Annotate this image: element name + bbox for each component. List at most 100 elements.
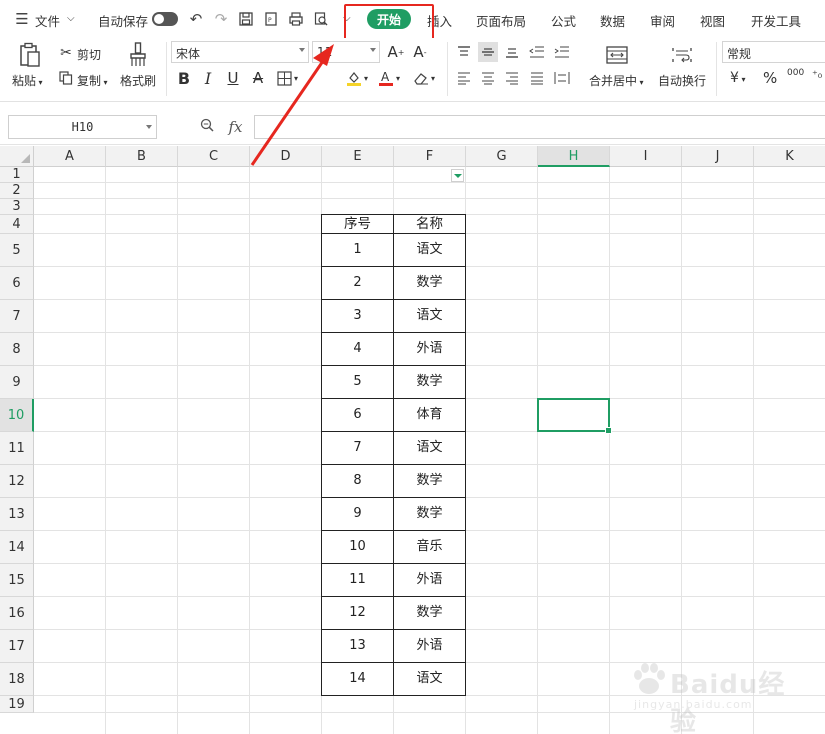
save-icon[interactable] <box>236 9 256 29</box>
table-cell-index[interactable]: 9 <box>321 497 394 531</box>
scissors-icon[interactable]: ✂ <box>56 43 76 63</box>
strikethrough-icon[interactable]: A <box>248 68 268 88</box>
tab-view[interactable]: 视图 <box>700 11 725 30</box>
paste-button[interactable]: 粘贴 ▾ <box>12 72 43 89</box>
table-cell-name[interactable]: 语文 <box>393 299 466 333</box>
align-right-icon[interactable] <box>502 68 522 88</box>
chevron-down-icon[interactable]: ⌵ <box>67 13 75 24</box>
copy-button[interactable]: 复制 ▾ <box>77 72 108 89</box>
column-header-g[interactable]: G <box>466 146 538 167</box>
align-center-icon[interactable] <box>478 68 498 88</box>
table-cell-index[interactable]: 5 <box>321 365 394 399</box>
increase-indent-icon[interactable] <box>552 42 572 62</box>
font-color-icon[interactable]: A <box>376 68 396 88</box>
row-header-18[interactable]: 18 <box>0 663 34 696</box>
table-header-name[interactable]: 名称 <box>393 214 466 234</box>
row-header-1[interactable]: 1 <box>0 167 34 183</box>
table-cell-index[interactable]: 8 <box>321 464 394 498</box>
format-painter-button[interactable]: 格式刷 <box>120 72 156 89</box>
active-cell-selection[interactable] <box>537 398 612 434</box>
number-format-select[interactable]: 常规 <box>722 41 825 63</box>
row-header-5[interactable]: 5 <box>0 234 34 267</box>
table-cell-index[interactable]: 13 <box>321 629 394 663</box>
clear-format-dropdown-icon[interactable]: ▾ <box>431 74 435 83</box>
redo-icon[interactable]: ↷ <box>211 9 231 29</box>
row-header-7[interactable]: 7 <box>0 300 34 333</box>
align-bottom-icon[interactable] <box>502 42 522 62</box>
column-header-h[interactable]: H <box>538 146 610 167</box>
decrease-font-icon[interactable]: A- <box>410 42 430 62</box>
row-header-15[interactable]: 15 <box>0 564 34 597</box>
row-header-10[interactable]: 10 <box>0 399 34 432</box>
tab-page-layout[interactable]: 页面布局 <box>476 11 526 30</box>
border-icon[interactable] <box>274 68 294 88</box>
table-cell-index[interactable]: 10 <box>321 530 394 564</box>
align-left-icon[interactable] <box>454 68 474 88</box>
clear-format-icon[interactable] <box>411 68 431 88</box>
font-size-select[interactable]: 11 <box>312 41 380 63</box>
row-header-14[interactable]: 14 <box>0 531 34 564</box>
table-cell-name[interactable]: 数学 <box>393 464 466 498</box>
row-header-17[interactable]: 17 <box>0 630 34 663</box>
decrease-indent-icon[interactable] <box>527 42 547 62</box>
select-all-corner[interactable] <box>0 146 34 167</box>
undo-icon[interactable]: ↶ <box>186 9 206 29</box>
fill-color-icon[interactable] <box>344 68 364 88</box>
justify-icon[interactable] <box>527 68 547 88</box>
tab-developer[interactable]: 开发工具 <box>751 11 801 30</box>
row-header-16[interactable]: 16 <box>0 597 34 630</box>
fill-color-dropdown-icon[interactable]: ▾ <box>364 74 368 83</box>
table-cell-index[interactable]: 11 <box>321 563 394 597</box>
autosave-toggle[interactable] <box>152 12 178 26</box>
table-cell-name[interactable]: 音乐 <box>393 530 466 564</box>
paste-icon[interactable] <box>14 40 46 70</box>
table-cell-name[interactable]: 数学 <box>393 497 466 531</box>
table-header-index[interactable]: 序号 <box>321 214 394 234</box>
row-header-2[interactable]: 2 <box>0 183 34 199</box>
row-header-11[interactable]: 11 <box>0 432 34 465</box>
insert-function-icon[interactable]: fx <box>228 118 242 136</box>
tab-formulas[interactable]: 公式 <box>551 11 576 30</box>
print-preview-icon[interactable] <box>311 9 331 29</box>
column-header-f[interactable]: F <box>394 146 466 167</box>
distributed-align-icon[interactable] <box>552 68 572 88</box>
column-header-e[interactable]: E <box>322 146 394 167</box>
table-cell-name[interactable]: 数学 <box>393 266 466 300</box>
table-cell-name[interactable]: 语文 <box>393 431 466 465</box>
zoom-icon[interactable] <box>200 118 218 136</box>
table-cell-name[interactable]: 体育 <box>393 398 466 432</box>
currency-format-button[interactable]: ¥ ▾ <box>730 70 745 86</box>
wrap-text-button[interactable]: 自动换行 <box>658 72 706 89</box>
table-cell-index[interactable]: 6 <box>321 398 394 432</box>
font-name-select[interactable]: 宋体 <box>171 41 309 63</box>
table-cell-name[interactable]: 外语 <box>393 332 466 366</box>
column-header-k[interactable]: K <box>754 146 825 167</box>
format-painter-icon[interactable] <box>124 40 152 70</box>
column-header-i[interactable]: I <box>610 146 682 167</box>
underline-icon[interactable]: U <box>223 68 243 88</box>
export-pdf-icon[interactable]: P <box>261 9 281 29</box>
column-header-j[interactable]: J <box>682 146 754 167</box>
table-cell-name[interactable]: 数学 <box>393 365 466 399</box>
row-header-8[interactable]: 8 <box>0 333 34 366</box>
row-header-4[interactable]: 4 <box>0 215 34 234</box>
decimal-format-icon[interactable]: ⁺₀ <box>812 68 822 81</box>
row-header-19[interactable]: 19 <box>0 696 34 713</box>
table-cell-name[interactable]: 数学 <box>393 596 466 630</box>
column-header-b[interactable]: B <box>106 146 178 167</box>
table-cell-index[interactable]: 3 <box>321 299 394 333</box>
row-header-13[interactable]: 13 <box>0 498 34 531</box>
table-cell-index[interactable]: 7 <box>321 431 394 465</box>
align-middle-icon[interactable] <box>478 42 498 62</box>
hamburger-menu-icon[interactable]: ☰ <box>12 9 32 29</box>
formula-input[interactable] <box>254 115 825 139</box>
print-icon[interactable] <box>286 9 306 29</box>
row-header-12[interactable]: 12 <box>0 465 34 498</box>
filter-dropdown-icon[interactable] <box>451 169 464 182</box>
table-cell-name[interactable]: 外语 <box>393 629 466 663</box>
table-cell-index[interactable]: 4 <box>321 332 394 366</box>
table-cell-index[interactable]: 14 <box>321 662 394 696</box>
tab-review[interactable]: 审阅 <box>650 11 675 30</box>
align-top-icon[interactable] <box>454 42 474 62</box>
row-header-6[interactable]: 6 <box>0 267 34 300</box>
